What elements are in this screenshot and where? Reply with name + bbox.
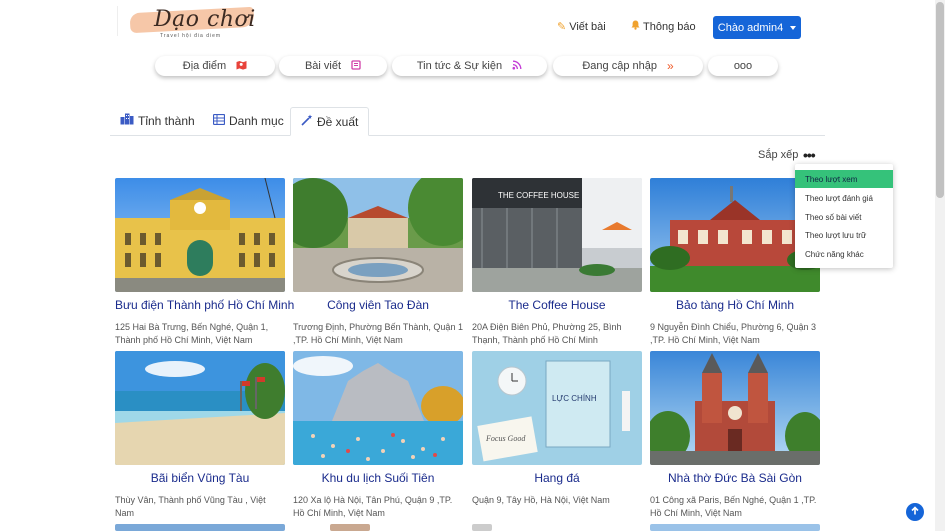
sort-option-views[interactable]: Theo lượt xem: [795, 170, 893, 188]
place-address: Thùy Vân, Thành phố Vũng Tàu , Việt Nam: [115, 495, 266, 518]
scrollbar-thumb[interactable]: [936, 2, 944, 198]
tab-bar: Tỉnh thành Danh mục Đề xuất: [110, 107, 825, 136]
map-icon: [236, 60, 247, 73]
place-image[interactable]: [115, 178, 285, 292]
pencil-icon: ✎: [557, 21, 567, 33]
sort-option-posts[interactable]: Theo số bài viết: [795, 208, 893, 226]
arrow-up-icon: [910, 505, 920, 519]
site-logo[interactable]: Dạo chơi Travel hội đia diem: [128, 4, 258, 40]
nav-label-places: Địa điểm: [182, 60, 227, 72]
place-title[interactable]: Bãi biển Vũng Tàu: [115, 471, 285, 485]
place-image[interactable]: [115, 351, 285, 465]
place-title[interactable]: Hang đá: [472, 471, 642, 485]
next-card-image-partial: [650, 524, 820, 531]
logo-text: Dạo chơi: [154, 7, 256, 32]
next-card-image-partial: [330, 524, 370, 531]
user-menu-button[interactable]: Chào admin4: [713, 16, 801, 39]
coffee-sign-text: THE COFFEE HOUSE: [498, 191, 579, 200]
place-address: 9 Nguyễn Đình Chiểu, Phường 6, Quận 3 ,T…: [650, 322, 817, 345]
place-image[interactable]: [650, 351, 820, 465]
city-icon: [120, 113, 134, 128]
notebook-text: Focus Good: [485, 434, 526, 443]
place-title[interactable]: Bảo tàng Hồ Chí Minh: [650, 298, 820, 312]
notifications-label: Thông báo: [643, 20, 696, 33]
place-address: Quận 9, Tây Hồ, Hà Nội, Việt Nam: [472, 495, 610, 505]
sort-dropdown: Theo lượt xem Theo lượt đánh giá Theo số…: [795, 164, 893, 268]
place-image[interactable]: LỰC CHÍNH Focus Good: [472, 351, 642, 465]
sort-option-saves[interactable]: Theo lượt lưu trữ: [795, 226, 893, 244]
nav-item-news[interactable]: Tin tức & Sự kiện: [392, 56, 547, 76]
book-title-text: LỰC CHÍNH: [552, 394, 597, 403]
nav-item-posts[interactable]: Bài viết: [279, 56, 387, 76]
magic-wand-icon: [301, 114, 313, 129]
nav-item-places[interactable]: Địa điểm: [155, 56, 275, 76]
place-address: Trương Định, Phường Bến Thành, Quận 1 ,T…: [293, 322, 463, 345]
nav-item-more[interactable]: ooo: [708, 56, 778, 76]
place-image[interactable]: [293, 351, 463, 465]
tab-recommended[interactable]: Đề xuất: [290, 107, 370, 136]
nav-item-updating[interactable]: Đang cập nhập »: [553, 56, 703, 76]
nav-label-news: Tin tức & Sự kiện: [416, 60, 503, 72]
place-address: 01 Công xã Paris, Bến Nghé, Quận 1 ,TP. …: [650, 495, 817, 518]
site-header: Dạo chơi Travel hội đia diem ✎ Viết bài …: [0, 0, 935, 50]
place-address: 125 Hai Bà Trưng, Bến Nghé, Quận 1, Thàn…: [115, 322, 269, 345]
tab-recommended-label: Đề xuất: [317, 114, 359, 129]
next-card-image-partial: [115, 524, 285, 531]
place-title[interactable]: Công viên Tao Đàn: [293, 298, 463, 312]
sort-label: Sắp xếp: [758, 149, 799, 161]
user-greeting: Chào admin4: [717, 21, 784, 34]
tab-categories-label: Danh mục: [229, 113, 284, 128]
tab-provinces[interactable]: Tỉnh thành: [120, 107, 195, 134]
bell-icon: [631, 20, 640, 33]
book-icon: [351, 59, 361, 73]
place-address: 120 Xa lộ Hà Nội, Tân Phú, Quận 9 ,TP. H…: [293, 495, 453, 518]
write-post-link[interactable]: ✎ Viết bài: [557, 20, 606, 34]
write-post-label: Viết bài: [569, 20, 606, 33]
back-to-top-button[interactable]: [906, 503, 924, 521]
main-nav: Địa điểm Bài viết Tin tức & Sự kiện Đang…: [0, 56, 935, 78]
place-title[interactable]: The Coffee House: [472, 298, 642, 312]
nav-label-more: ooo: [733, 60, 753, 72]
more-dots-icon[interactable]: •••: [803, 147, 816, 163]
notifications-link[interactable]: Thông báo: [631, 20, 696, 33]
header-divider: [117, 6, 118, 36]
sort-option-other[interactable]: Chức năng khác: [795, 245, 893, 263]
sort-option-ratings[interactable]: Theo lượt đánh giá: [795, 189, 893, 207]
logo-tagline: Travel hội đia diem: [160, 33, 222, 39]
page-scrollbar[interactable]: [935, 0, 945, 531]
list-icon: [212, 113, 226, 128]
place-image[interactable]: [293, 178, 463, 292]
place-address: 20A Điện Biên Phủ, Phường 25, Bình Thạnh…: [472, 322, 622, 345]
nav-label-updating: Đang cập nhập: [582, 60, 657, 72]
place-image[interactable]: THE COFFEE HOUSE: [472, 178, 642, 292]
double-chevron-icon: »: [666, 59, 674, 73]
next-card-image-partial: [472, 524, 492, 531]
caret-down-icon: [790, 25, 797, 30]
rss-icon: [512, 60, 522, 73]
place-title[interactable]: Nhà thờ Đức Bà Sài Gòn: [650, 471, 820, 485]
tab-provinces-label: Tỉnh thành: [138, 113, 195, 128]
place-title[interactable]: Khu du lịch Suối Tiên: [293, 471, 463, 485]
tab-categories[interactable]: Danh mục: [212, 107, 284, 134]
place-title[interactable]: Bưu điện Thành phố Hồ Chí Minh: [115, 298, 294, 312]
nav-label-posts: Bài viết: [304, 60, 342, 72]
